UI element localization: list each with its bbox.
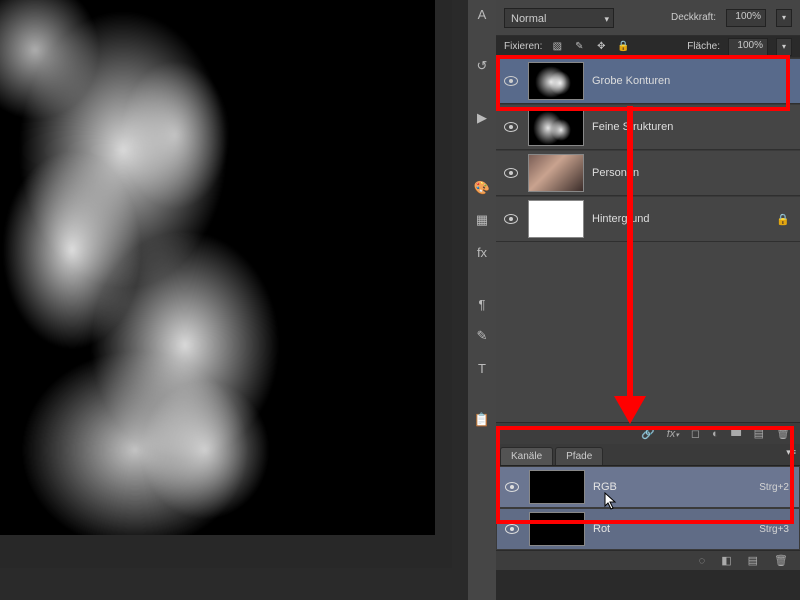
visibility-toggle[interactable] [502, 210, 520, 228]
channel-name-label: Rot [593, 523, 751, 535]
save-selection-icon[interactable]: ◧ [721, 554, 731, 567]
play-icon[interactable]: ▶ [470, 106, 494, 130]
layer-row[interactable]: Grobe Konturen [496, 58, 800, 104]
opacity-stepper[interactable]: ▾ [776, 9, 792, 27]
visibility-toggle[interactable] [503, 520, 521, 538]
channels-footer: ◌ ◧ ▤ 🗑 [496, 550, 800, 570]
canvas-area [0, 0, 452, 568]
layer-thumbnail[interactable] [528, 154, 584, 192]
layer-row[interactable]: Hintergrund 🔒 [496, 196, 800, 242]
type-icon[interactable]: A [470, 2, 494, 26]
opacity-label: Deckkraft: [671, 12, 716, 23]
lock-position-icon[interactable]: ✥ [594, 40, 608, 54]
layer-name-label[interactable]: Feine Strukturen [592, 121, 790, 133]
eye-icon [505, 524, 519, 534]
delete-channel-icon[interactable]: 🗑 [774, 554, 788, 567]
eye-icon [504, 168, 518, 178]
brushes-icon[interactable]: ✎ [470, 324, 494, 348]
channels-list: RGB Strg+2 Rot Strg+3 [496, 466, 800, 550]
history-icon[interactable]: ↺ [470, 54, 494, 78]
layers-list: Grobe Konturen Feine Strukturen Personen… [496, 58, 800, 242]
layer-row[interactable]: Personen [496, 150, 800, 196]
fill-stepper[interactable]: ▾ [776, 38, 792, 56]
eye-icon [504, 122, 518, 132]
lock-pixels-icon[interactable]: ✎ [572, 40, 586, 54]
group-icon[interactable]: 🖿 [731, 424, 742, 443]
new-layer-icon[interactable]: ▤ [754, 427, 764, 440]
tab-paths[interactable]: Pfade [555, 447, 603, 465]
fx-icon[interactable]: fx▾ [667, 428, 679, 440]
lock-row: Fixieren: ▧ ✎ ✥ 🔒 Fläche: 100% ▾ [496, 36, 800, 58]
delete-layer-icon[interactable]: 🗑 [776, 427, 790, 440]
channel-row[interactable]: Rot Strg+3 [496, 508, 800, 550]
panel-menu-icon[interactable]: ▾≡ [786, 447, 796, 458]
side-toolbar: A ↺ ▶ 🎨 ▦ fx ¶ ✎ T 📋 [468, 0, 496, 600]
lock-all-icon[interactable]: 🔒 [616, 40, 630, 54]
channel-thumbnail[interactable] [529, 470, 585, 504]
grid-icon[interactable]: ▦ [470, 208, 494, 232]
lock-label: Fixieren: [504, 41, 542, 52]
blend-mode-dropdown[interactable]: Normal [504, 8, 614, 28]
new-channel-icon[interactable]: ▤ [748, 554, 758, 567]
layer-name-label[interactable]: Personen [592, 167, 790, 179]
layer-name-label[interactable]: Hintergrund [592, 213, 768, 225]
link-layers-icon[interactable]: 🔗 [641, 427, 655, 440]
fill-field[interactable]: 100% [728, 38, 768, 56]
eye-icon [504, 76, 518, 86]
visibility-toggle[interactable] [503, 478, 521, 496]
paragraph-icon[interactable]: ¶ [470, 292, 494, 316]
layer-row[interactable]: Feine Strukturen [496, 104, 800, 150]
channel-shortcut-label: Strg+2 [759, 482, 789, 493]
opacity-field[interactable]: 100% [726, 9, 766, 27]
fill-label: Fläche: [687, 41, 720, 52]
lock-icon: 🔒 [776, 213, 790, 226]
visibility-toggle[interactable] [502, 118, 520, 136]
visibility-toggle[interactable] [502, 164, 520, 182]
layer-thumbnail[interactable] [528, 200, 584, 238]
layer-thumbnail[interactable] [528, 108, 584, 146]
layers-panel: Normal Deckkraft: 100% ▾ Fixieren: ▧ ✎ ✥… [496, 0, 800, 600]
visibility-toggle[interactable] [502, 72, 520, 90]
channel-row[interactable]: RGB Strg+2 [496, 466, 800, 508]
eye-icon [505, 482, 519, 492]
layer-thumbnail[interactable] [528, 62, 584, 100]
eye-icon [504, 214, 518, 224]
canvas-image[interactable] [0, 0, 435, 535]
channels-tabbar: Kanäle Pfade ▾≡ [496, 444, 800, 466]
character-icon[interactable]: T [470, 356, 494, 380]
styles-icon[interactable]: fx [470, 240, 494, 264]
layers-empty-area [496, 242, 800, 422]
layers-footer: 🔗 fx▾ ◻ ◐ 🖿 ▤ 🗑 [496, 422, 800, 444]
layer-options-row: Normal Deckkraft: 100% ▾ [496, 0, 800, 36]
layer-mask-icon[interactable]: ◻ [691, 427, 700, 440]
channel-shortcut-label: Strg+3 [759, 524, 789, 535]
adjustment-layer-icon[interactable]: ◐ [712, 428, 719, 440]
measurements-icon[interactable]: 📋 [470, 408, 494, 432]
layer-name-label[interactable]: Grobe Konturen [592, 75, 790, 87]
lock-transparency-icon[interactable]: ▧ [550, 40, 564, 54]
load-selection-icon[interactable]: ◌ [699, 555, 706, 567]
swatches-icon[interactable]: 🎨 [470, 176, 494, 200]
tab-channels[interactable]: Kanäle [500, 447, 553, 465]
channel-name-label: RGB [593, 481, 751, 493]
channel-thumbnail[interactable] [529, 512, 585, 546]
